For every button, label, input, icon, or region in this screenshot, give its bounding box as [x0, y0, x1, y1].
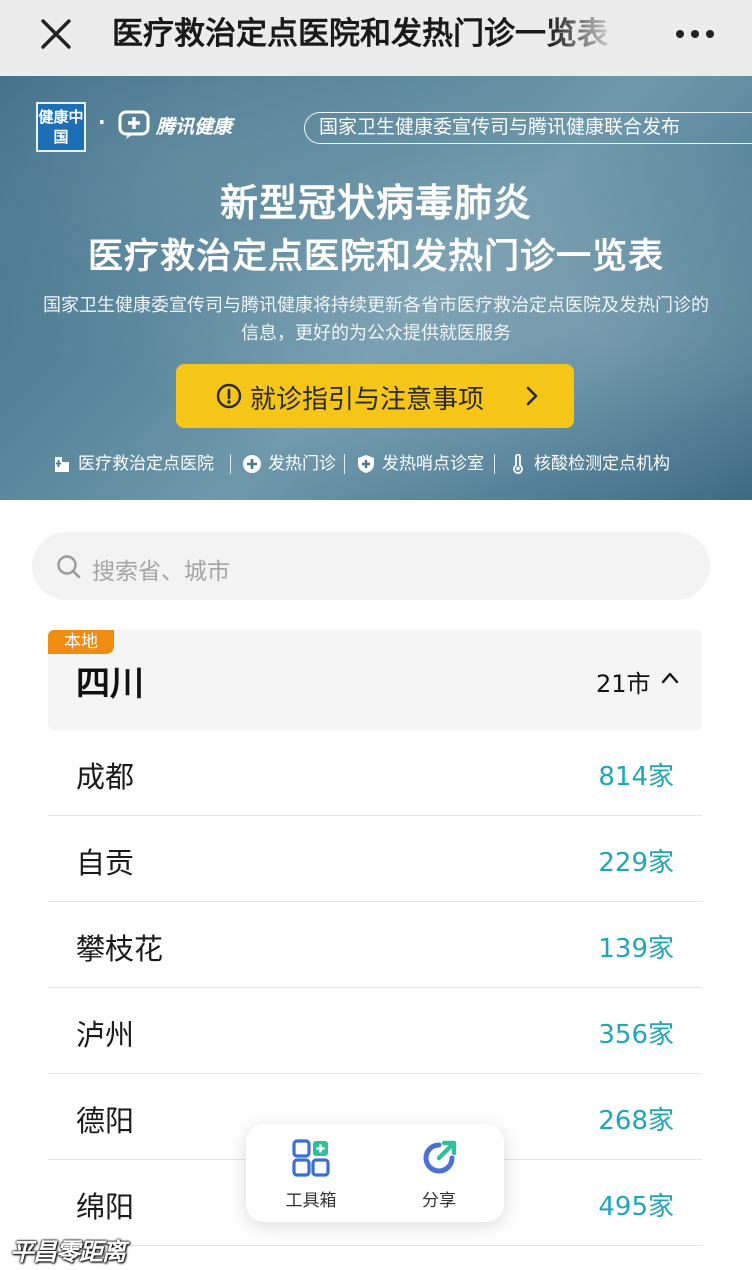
info-icon: [216, 383, 242, 409]
province-name: 四川: [76, 664, 144, 704]
chevron-up-icon: [661, 672, 679, 684]
guide-button[interactable]: 就诊指引与注意事项: [176, 364, 574, 428]
banner: 健康中国 · 腾讯健康 国家卫生健康委宣传司与腾讯健康联合发布 新型冠状病毒肺炎…: [0, 76, 752, 500]
local-badge: 本地: [48, 630, 114, 654]
logo-separator: ·: [98, 110, 106, 134]
city-count: 268家: [598, 1106, 674, 1136]
toolbox-label: 工具箱: [285, 1191, 337, 1211]
legend-label: 发热哨点诊室: [382, 454, 484, 474]
province-city-count: 21市: [596, 670, 651, 698]
city-name: 德阳: [76, 1104, 135, 1138]
legend-divider: [494, 454, 495, 474]
shield-icon: [358, 455, 374, 473]
tencent-health-logo: 腾讯健康: [156, 116, 233, 138]
search-icon: [57, 555, 81, 579]
city-row-chengdu[interactable]: 成都 814家: [48, 730, 702, 816]
city-count: 495家: [598, 1192, 674, 1222]
legend-label: 医疗救治定点医院: [78, 454, 214, 474]
plus-icon: [243, 455, 261, 473]
city-count: 814家: [598, 762, 674, 792]
city-name: 自贡: [76, 846, 135, 880]
toolbox-icon: [292, 1139, 330, 1177]
city-name: 泸州: [76, 1018, 135, 1052]
city-row-panzhihua[interactable]: 攀枝花 139家: [48, 902, 702, 988]
close-icon[interactable]: [36, 14, 76, 54]
city-row-zigong[interactable]: 自贡 229家: [48, 816, 702, 902]
city-count: 139家: [598, 934, 674, 964]
legend-label: 核酸检测定点机构: [534, 454, 670, 474]
floating-toolbar: 工具箱 分享: [246, 1124, 504, 1222]
share-icon: [423, 1140, 457, 1174]
city-name: 攀枝花: [76, 932, 164, 966]
city-name: 绵阳: [76, 1190, 135, 1224]
tencent-health-logo-icon: [118, 110, 150, 140]
top-nav-bar: 医疗救治定点医院和发热门诊一览表: [0, 0, 752, 76]
banner-description: 国家卫生健康委宣传司与腾讯健康将持续更新各省市医疗救治定点医院及发热门诊的信息，…: [43, 295, 709, 344]
legend-divider: [230, 454, 231, 474]
page-title: 医疗救治定点医院和发热门诊一览表: [112, 16, 608, 52]
city-name: 成都: [76, 760, 135, 794]
jkzg-logo: 健康中国: [36, 102, 86, 152]
legend-label: 发热门诊: [268, 454, 336, 474]
toolbox-button[interactable]: 工具箱: [256, 1138, 366, 1214]
legend-row: 医疗救治定点医院 发热门诊 发热哨点诊室 核酸检测定点机构: [52, 450, 732, 478]
city-row-luzhou[interactable]: 泸州 356家: [48, 988, 702, 1074]
hospital-icon: [55, 457, 69, 472]
share-button[interactable]: 分享: [384, 1138, 494, 1214]
watermark: 平昌零距离: [10, 1238, 126, 1266]
banner-title-line2: 医疗救治定点医院和发热门诊一览表: [87, 237, 664, 277]
legend-divider: [344, 454, 345, 474]
thermometer-icon: [513, 454, 523, 474]
more-icon[interactable]: [672, 18, 718, 50]
chevron-right-icon: [526, 386, 538, 406]
guide-button-label: 就诊指引与注意事项: [250, 385, 485, 415]
share-label: 分享: [422, 1191, 456, 1211]
city-count: 356家: [598, 1020, 674, 1050]
province-header-sichuan[interactable]: 四川 21市: [48, 630, 702, 730]
city-count: 229家: [598, 848, 674, 878]
search-input[interactable]: 搜索省、城市: [32, 532, 710, 600]
publisher-label: 国家卫生健康委宣传司与腾讯健康联合发布: [304, 112, 752, 144]
search-placeholder: 搜索省、城市: [92, 559, 230, 585]
banner-title-line1: 新型冠状病毒肺炎: [219, 181, 532, 225]
